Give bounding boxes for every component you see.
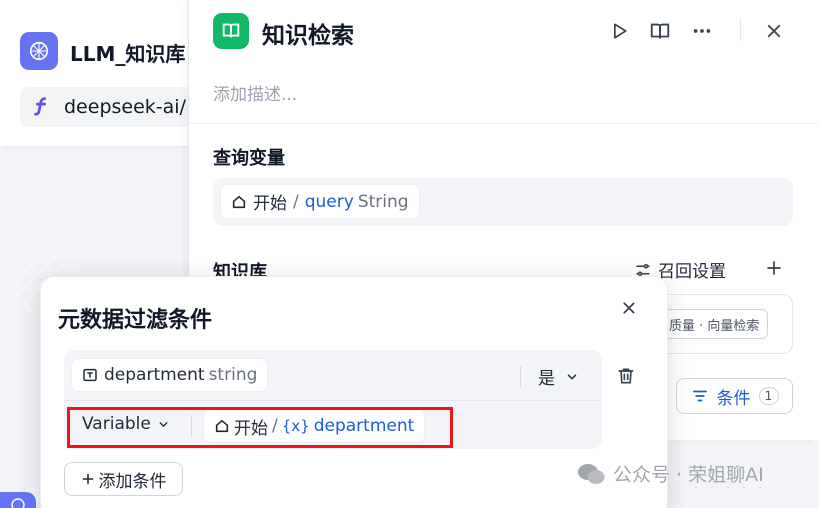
llm-node-icon — [20, 32, 58, 70]
watermark-text: 公众号 · 荣姐聊AI — [613, 464, 764, 486]
operator-value: 是 — [538, 369, 555, 389]
wechat-icon — [578, 463, 605, 484]
filter-icon — [692, 390, 707, 402]
query-variable-chip[interactable]: 开始 / query String — [220, 184, 420, 219]
add-condition-button[interactable]: 添加条件 — [64, 462, 183, 496]
condition-divider — [64, 400, 602, 401]
close-icon — [767, 24, 781, 38]
bottom-node-icon[interactable] — [0, 492, 36, 508]
panel-close-button[interactable] — [761, 18, 787, 44]
recall-settings-label: 召回设置 — [658, 262, 726, 282]
panel-title: 知识检索 — [262, 23, 354, 49]
annotation-highlight-box — [67, 407, 453, 448]
operator-divider — [520, 366, 521, 388]
field-name: department — [104, 365, 205, 385]
query-var-separator: / — [293, 191, 299, 212]
conditions-count-badge: 1 — [758, 387, 779, 405]
delete-condition-button[interactable] — [613, 362, 639, 390]
header-divider — [740, 19, 741, 41]
retrieval-mode-tag: 质量 · 向量检索 — [660, 309, 769, 339]
watermark: 公众号 · 荣姐聊AI — [577, 460, 764, 487]
header-separator — [189, 123, 819, 124]
home-icon — [232, 195, 246, 208]
query-var-name: query — [304, 191, 354, 212]
model-logo-icon — [30, 95, 52, 117]
add-knowledge-base-button[interactable] — [762, 255, 786, 281]
metadata-field-chip[interactable]: department string — [71, 358, 269, 392]
conditions-button[interactable]: 条件 1 — [676, 378, 793, 414]
play-icon — [614, 23, 627, 39]
field-type: string — [208, 365, 258, 385]
plus-icon — [82, 473, 93, 485]
trash-icon — [618, 368, 634, 384]
query-var-source: 开始 — [253, 194, 287, 214]
book-open-icon — [650, 23, 670, 39]
run-button[interactable] — [606, 18, 632, 44]
add-condition-label: 添加条件 — [98, 471, 167, 492]
query-variable-title: 查询变量 — [213, 148, 285, 169]
more-button[interactable] — [689, 18, 715, 44]
operator-select[interactable]: 是 — [538, 364, 579, 389]
chevron-down-icon — [567, 373, 577, 380]
popup-title: 元数据过滤条件 — [58, 308, 213, 333]
knowledge-base-icon — [213, 13, 249, 49]
more-horizontal-icon — [693, 29, 711, 33]
docs-button[interactable] — [647, 18, 673, 44]
popup-close-button[interactable] — [617, 296, 641, 320]
close-icon — [623, 302, 635, 314]
conditions-label: 条件 — [716, 388, 751, 409]
llm-node-title: LLM_知识库 — [70, 42, 186, 66]
text-field-icon — [83, 368, 97, 382]
query-var-type: String — [357, 191, 409, 212]
model-name: deepseek-ai/ — [64, 96, 186, 118]
description-input[interactable]: 添加描述... — [213, 80, 297, 105]
plus-icon — [767, 261, 781, 275]
